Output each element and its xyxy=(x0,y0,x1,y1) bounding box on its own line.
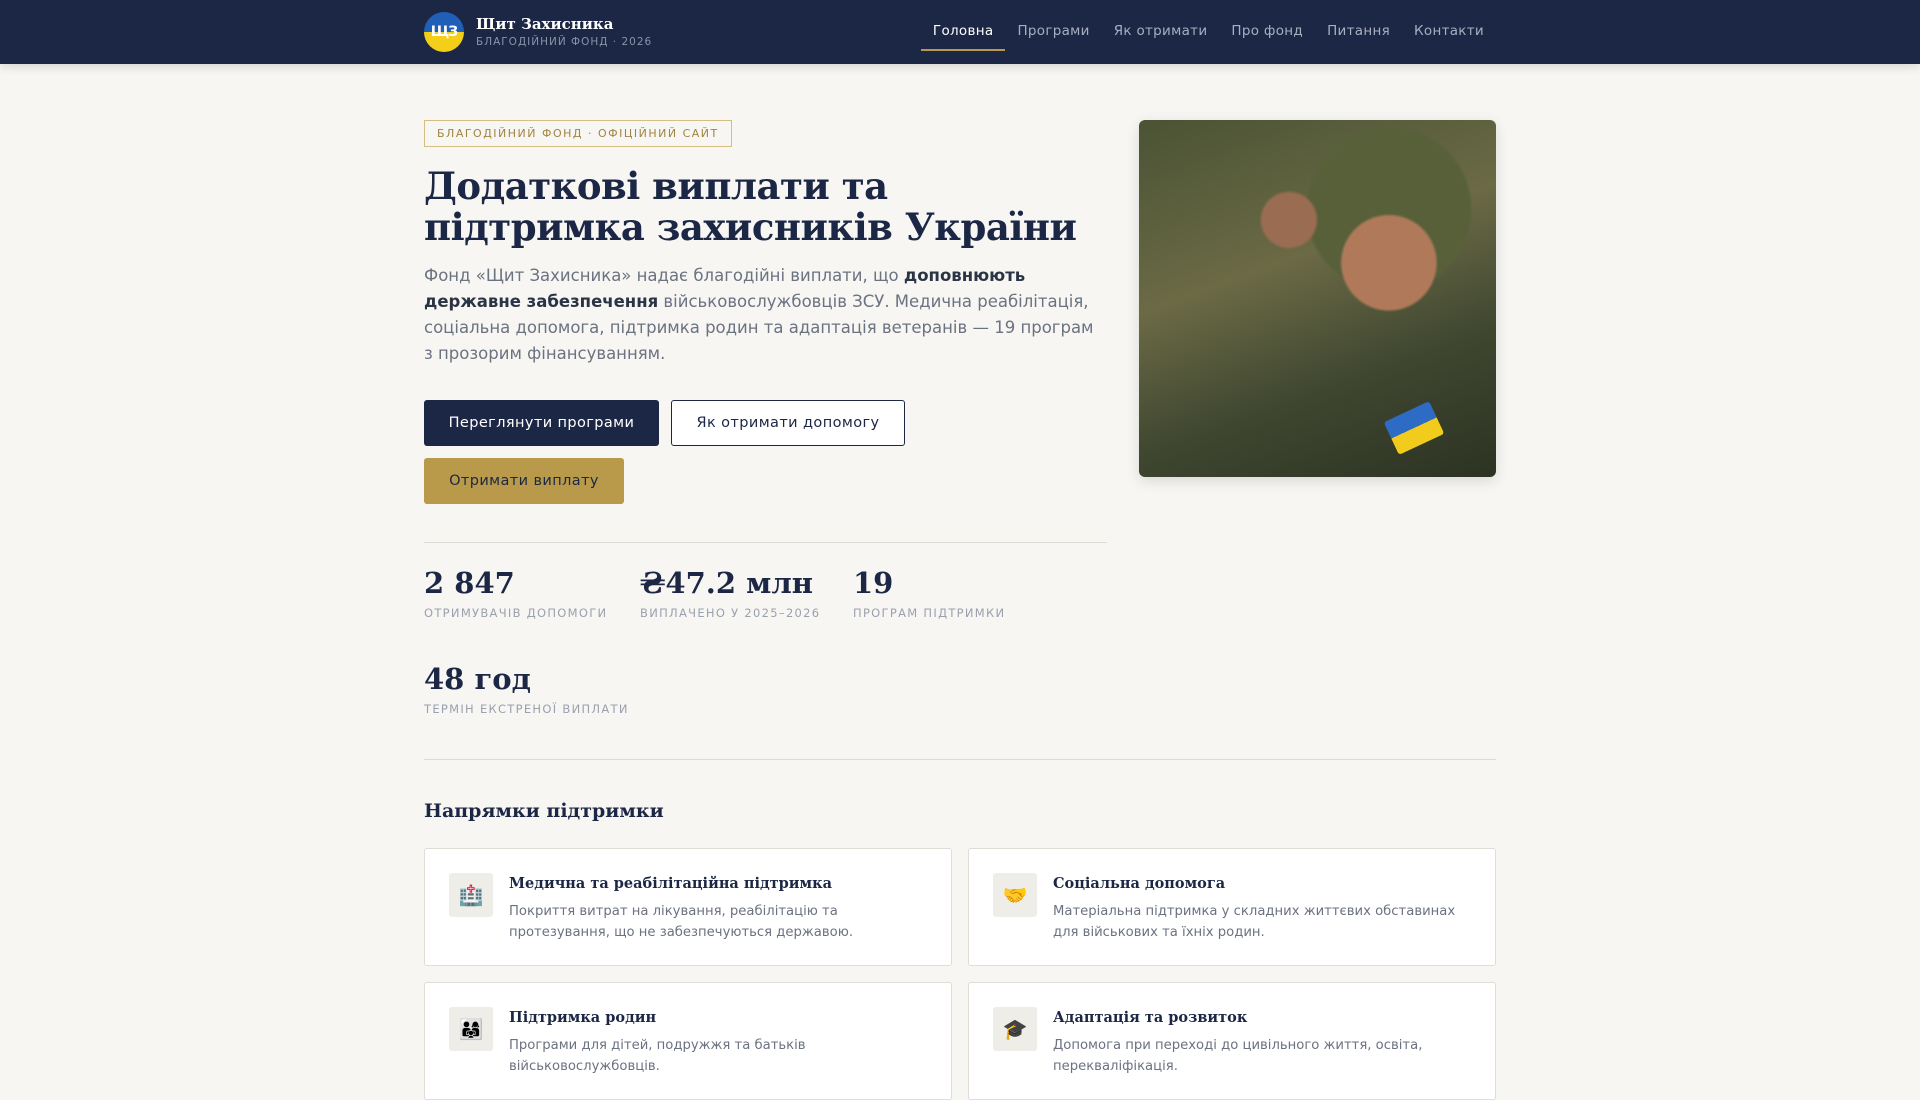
stat-label: ПРОГРАМ ПІДТРИМКИ xyxy=(853,606,1006,620)
logo[interactable]: ЩЗ xyxy=(424,12,464,52)
card-desc: Допомога при переході до цивільного житт… xyxy=(1053,1038,1423,1074)
card-desc: Програми для дітей, подружжя та батьків … xyxy=(509,1038,806,1074)
nav-how-to-get[interactable]: Як отримати xyxy=(1102,0,1220,64)
nav-home[interactable]: Головна xyxy=(920,0,1006,64)
stat-emergency: 48 год ТЕРМІН ЕКСТРЕНОЇ ВИПЛАТИ xyxy=(424,662,629,716)
card-desc: Покриття витрат на лікування, реабілітац… xyxy=(509,904,854,940)
nav-programs[interactable]: Програми xyxy=(1005,0,1101,64)
stat-recipients: 2 847 ОТРИМУВАЧІВ ДОПОМОГИ xyxy=(424,566,607,620)
stat-label: ОТРИМУВАЧІВ ДОПОМОГИ xyxy=(424,606,608,620)
nav-about[interactable]: Про фонд xyxy=(1219,0,1315,64)
stat-value: 2 847 xyxy=(424,566,515,600)
stat-label: ТЕРМІН ЕКСТРЕНОЇ ВИПЛАТИ xyxy=(424,702,629,716)
brand-title: Щит Захисника xyxy=(476,15,614,33)
graduation-cap-icon: 🎓 xyxy=(993,1007,1037,1051)
card-family[interactable]: 👨‍👩‍👧 Підтримка родин Програми для дітей, … xyxy=(424,982,952,1100)
nav-menu: Головна Програми Як отримати Про фонд Пи… xyxy=(920,0,1496,64)
view-programs-button[interactable]: Переглянути програми xyxy=(424,400,659,446)
card-social[interactable]: 🤝 Соціальна допомога Матеріальна підтримка… xyxy=(968,848,1496,966)
stat-value: ₴47.2 млн xyxy=(640,566,813,600)
hero-photo xyxy=(1139,120,1496,477)
stat-label: ВИПЛАЧЕНО У 2025–2026 xyxy=(640,606,821,620)
flag-patch xyxy=(1383,401,1445,455)
hero-tag: БЛАГОДІЙНИЙ ФОНД · ОФІЦІЙНИЙ САЙТ xyxy=(424,120,732,147)
card-title: Адаптація та розвиток xyxy=(1053,1009,1248,1026)
nav-contacts[interactable]: Контакти xyxy=(1402,0,1496,64)
how-to-get-help-button[interactable]: Як отримати допомогу xyxy=(671,400,905,446)
stat-programs: 19 ПРОГРАМ ПІДТРИМКИ xyxy=(853,566,1005,620)
family-icon: 👨‍👩‍👧 xyxy=(449,1007,493,1051)
stat-paid: ₴47.2 млн ВИПЛАЧЕНО У 2025–2026 xyxy=(640,566,820,620)
handshake-icon: 🤝 xyxy=(993,873,1037,917)
card-title: Медична та реабілітаційна підтримка xyxy=(509,875,833,892)
brand-subtitle: БЛАГОДІЙНИЙ ФОНД · 2026 xyxy=(476,36,653,48)
card-adaptation[interactable]: 🎓 Адаптація та розвиток Допомога при перех… xyxy=(968,982,1496,1100)
stat-value: 19 xyxy=(853,566,894,600)
stat-value: 48 год xyxy=(424,662,531,696)
get-payment-button[interactable]: Отримати виплату xyxy=(424,458,624,504)
card-desc: Матеріальна підтримка у складних життєви… xyxy=(1053,904,1456,940)
divider xyxy=(424,759,1496,760)
lead-text: Фонд «Щит Захисника» надає благодійні ви… xyxy=(424,266,904,285)
card-title: Соціальна допомога xyxy=(1053,875,1226,892)
divider xyxy=(424,542,1107,543)
nav-faq[interactable]: Питання xyxy=(1315,0,1402,64)
top-nav: ЩЗ Щит Захисника БЛАГОДІЙНИЙ ФОНД · 2026… xyxy=(0,0,1920,64)
hero-lead: Фонд «Щит Захисника» надає благодійні ви… xyxy=(424,263,1104,367)
hero-title: Додаткові виплати та підтримка захисникі… xyxy=(424,164,1077,249)
brand[interactable]: Щит Захисника БЛАГОДІЙНИЙ ФОНД · 2026 xyxy=(476,15,652,48)
section-title: Напрямки підтримки xyxy=(424,800,664,822)
card-medical[interactable]: 🏥 Медична та реабілітаційна підтримка Покр… xyxy=(424,848,952,966)
hospital-icon: 🏥 xyxy=(449,873,493,917)
card-title: Підтримка родин xyxy=(509,1009,657,1026)
